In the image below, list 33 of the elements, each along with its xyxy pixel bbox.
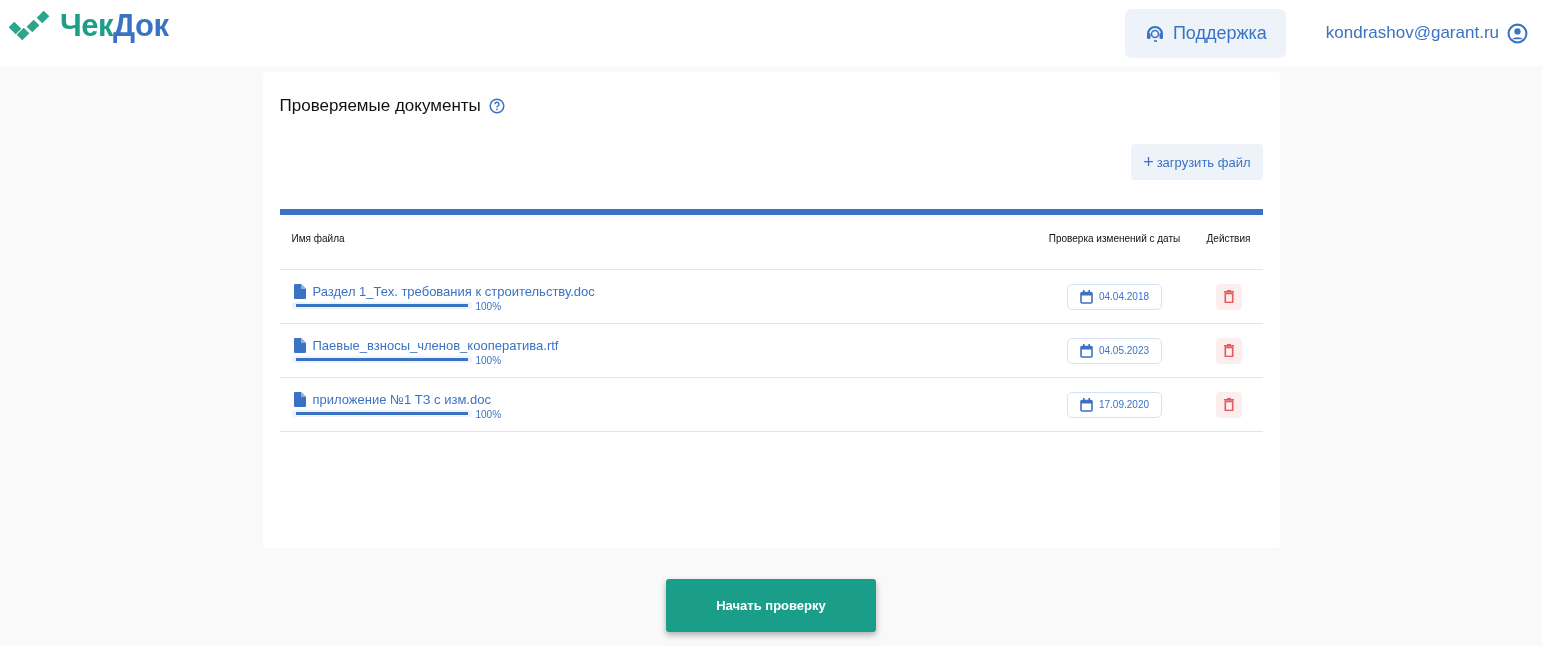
date-picker-button[interactable]: 04.05.2023 xyxy=(1066,337,1163,364)
upload-file-button[interactable]: + загрузить файл xyxy=(1131,144,1263,180)
user-account-icon[interactable] xyxy=(1507,22,1528,44)
user-email-link[interactable]: kondrashov@garant.ru xyxy=(1325,23,1499,43)
help-icon[interactable] xyxy=(488,98,505,114)
date-picker-button[interactable]: 04.04.2018 xyxy=(1066,283,1163,310)
file-name-link[interactable]: Паевые_взносы_членов_кооператива.rtf xyxy=(291,338,1035,353)
support-button[interactable]: Поддержка xyxy=(1124,8,1286,58)
document-icon xyxy=(293,392,306,407)
section-title: Проверяемые документы xyxy=(279,96,481,116)
progress-percent: 100% xyxy=(475,301,502,312)
column-header: Имя файла xyxy=(290,233,346,244)
trash-icon xyxy=(1223,344,1234,357)
file-name-link[interactable]: Раздел 1_Тех. требования к строительству.doc xyxy=(291,284,1035,299)
delete-button[interactable] xyxy=(1215,391,1242,418)
column-header: Действия xyxy=(1205,233,1252,244)
calendar-icon xyxy=(1079,289,1093,304)
calendar-icon xyxy=(1079,343,1093,358)
date-picker-button[interactable]: 17.09.2020 xyxy=(1066,391,1163,418)
progress-percent: 100% xyxy=(475,355,502,366)
headset-icon xyxy=(1144,23,1165,43)
trash-icon xyxy=(1223,398,1234,411)
column-header: Проверка изменений с даты xyxy=(1047,233,1182,244)
trash-icon xyxy=(1223,290,1234,303)
file-name-link[interactable]: приложение №1 ТЗ с изм.doc xyxy=(291,392,1035,407)
logo-text: ЧекДок xyxy=(60,8,169,44)
document-icon xyxy=(293,338,306,353)
document-icon xyxy=(293,284,306,299)
delete-button[interactable] xyxy=(1215,283,1242,310)
start-check-button[interactable]: Начать проверку xyxy=(666,579,876,632)
progress-percent: 100% xyxy=(475,409,502,420)
calendar-icon xyxy=(1079,397,1093,412)
delete-button[interactable] xyxy=(1215,337,1242,364)
